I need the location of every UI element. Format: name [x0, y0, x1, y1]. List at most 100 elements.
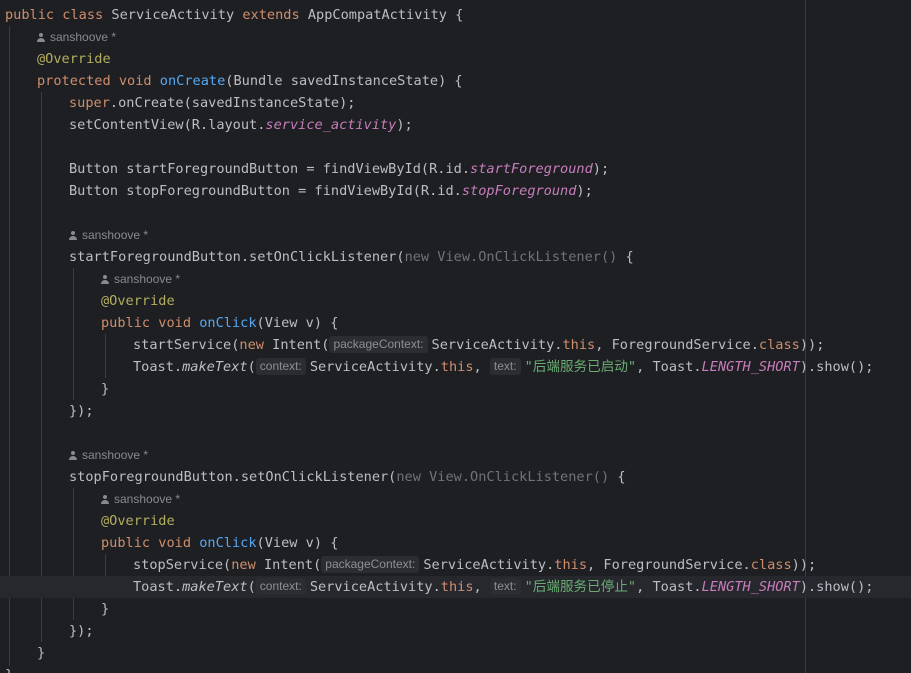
code-author-hint[interactable]: sanshoove * — [101, 268, 180, 290]
code-author-hint[interactable]: sanshoove * — [37, 26, 116, 48]
code-line[interactable]: } — [0, 598, 911, 620]
code-line[interactable]: Button stopForegroundButton = findViewBy… — [0, 180, 911, 202]
annotation: @Override — [101, 513, 175, 529]
code-text: Button stopForegroundButton = findViewBy… — [69, 183, 462, 199]
code-text: Intent( — [255, 557, 322, 573]
author-label: sanshoove * — [82, 448, 149, 462]
code-line[interactable]: public void onClick(View v) { — [0, 532, 911, 554]
code-line[interactable]: stopService(new Intent(packageContext: Se… — [0, 554, 911, 576]
parameter-hint: text: — [489, 578, 521, 595]
brace: } — [5, 667, 13, 673]
code-line[interactable]: protected void onCreate(Bundle savedInst… — [0, 70, 911, 92]
keyword: public — [101, 315, 151, 331]
code-text: ).show(); — [799, 579, 874, 595]
string-literal: "后端服务已启动" — [524, 359, 637, 375]
person-icon — [69, 451, 77, 460]
method-name: onClick — [199, 315, 257, 331]
annotation: @Override — [101, 293, 175, 309]
code-line[interactable]: super.onCreate(savedInstanceState); — [0, 92, 911, 114]
code-text: stopForegroundButton.setOnClickListener( — [69, 469, 397, 485]
brace: } — [101, 381, 110, 397]
keyword: protected — [37, 73, 111, 89]
keyword: this — [554, 557, 588, 573]
code-text: setContentView(R.layout. — [69, 117, 266, 133]
code-editor[interactable]: public class ServiceActivity extends App… — [0, 0, 911, 673]
keyword: super — [69, 95, 110, 111]
code-author-hint[interactable]: sanshoove * — [69, 444, 148, 466]
parameter-hint: context: — [255, 578, 306, 595]
code-line[interactable]: } — [0, 378, 911, 400]
keyword: void — [158, 315, 192, 331]
code-line[interactable]: public void onClick(View v) { — [0, 312, 911, 334]
code-text: , Toast. — [636, 579, 702, 595]
brace: } — [37, 645, 46, 661]
code-author-hint[interactable]: sanshoove * — [69, 224, 148, 246]
code-line[interactable]: @Override — [0, 510, 911, 532]
code-text: , ForegroundService. — [587, 557, 751, 573]
code-text: )); — [791, 557, 817, 573]
person-icon — [69, 231, 77, 240]
parameter-hint: packageContext: — [321, 556, 420, 573]
brace: }); — [69, 623, 94, 639]
code-text: , ForegroundService. — [595, 337, 759, 353]
code-line[interactable]: setContentView(R.layout.service_activity… — [0, 114, 911, 136]
code-line[interactable]: Button startForegroundButton = findViewB… — [0, 158, 911, 180]
code-text: ( — [247, 579, 256, 595]
code-text: Toast. — [133, 579, 183, 595]
static-method: makeText — [182, 579, 248, 595]
method-name: onClick — [199, 535, 257, 551]
keyword: class — [750, 557, 792, 573]
brace: }); — [69, 403, 94, 419]
field-ref: LENGTH_SHORT — [701, 579, 800, 595]
keyword: extends — [242, 7, 300, 23]
keyword: class — [758, 337, 800, 353]
code-author-hint[interactable]: sanshoove * — [101, 488, 180, 510]
method-name: onCreate — [159, 73, 226, 89]
code-text: Button startForegroundButton = findViewB… — [69, 161, 471, 177]
keyword: class — [62, 7, 104, 23]
parameter-hint: packageContext: — [329, 336, 428, 353]
parent-class: AppCompatActivity — [307, 7, 447, 23]
code-text: (View v) { — [256, 315, 339, 331]
folded-code[interactable]: new View.OnClickListener() — [396, 469, 609, 485]
keyword: this — [440, 359, 474, 375]
code-line[interactable]: } — [0, 642, 911, 664]
keyword: this — [562, 337, 596, 353]
code-text: ServiceActivity. — [431, 337, 563, 353]
code-line[interactable]: startForegroundButton.setOnClickListener… — [0, 246, 911, 268]
code-text: .onCreate(savedInstanceState); — [109, 95, 356, 111]
code-text: (Bundle savedInstanceState) { — [225, 73, 463, 89]
person-icon — [101, 275, 109, 284]
field-ref: startForeground — [470, 161, 593, 177]
author-label: sanshoove * — [82, 228, 149, 242]
field-ref: LENGTH_SHORT — [701, 359, 800, 375]
code-text: ); — [592, 161, 610, 177]
code-text: ServiceActivity. — [423, 557, 555, 573]
code-line[interactable]: stopForegroundButton.setOnClickListener(… — [0, 466, 911, 488]
code-text: Toast. — [133, 359, 183, 375]
code-text: ( — [247, 359, 256, 375]
code-text: ); — [396, 117, 413, 133]
person-icon — [37, 33, 45, 42]
code-line[interactable]: startService(new Intent(packageContext: S… — [0, 334, 911, 356]
code-text: )); — [799, 337, 825, 353]
keyword: this — [440, 579, 474, 595]
code-line[interactable]: }); — [0, 400, 911, 422]
code-line[interactable]: }); — [0, 620, 911, 642]
keyword: public — [101, 535, 151, 551]
code-line-current[interactable]: Toast.makeText(context: ServiceActivity.t… — [0, 576, 911, 598]
keyword: new — [239, 337, 264, 353]
code-line[interactable]: @Override — [0, 290, 911, 312]
code-line[interactable]: public class ServiceActivity extends App… — [0, 4, 911, 26]
code-text: ); — [576, 183, 593, 199]
static-method: makeText — [182, 359, 248, 375]
code-text: ServiceActivity. — [309, 579, 441, 595]
author-label: sanshoove * — [114, 492, 181, 506]
code-line[interactable]: @Override — [0, 48, 911, 70]
code-text: , Toast. — [636, 359, 702, 375]
code-line[interactable]: Toast.makeText(context: ServiceActivity.t… — [0, 356, 911, 378]
folded-code[interactable]: new View.OnClickListener() — [405, 249, 618, 265]
code-text: (View v) { — [256, 535, 339, 551]
parameter-hint: context: — [255, 358, 306, 375]
code-line[interactable]: } — [0, 664, 911, 673]
